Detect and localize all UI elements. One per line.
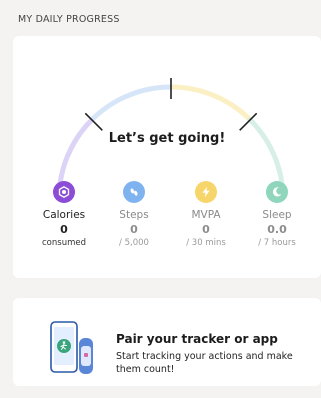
gauge-arc-mvpa: [170, 84, 252, 122]
metric-value: 0: [130, 223, 138, 236]
progress-headline: Let’s get going!: [108, 131, 226, 146]
metric-steps[interactable]: Steps 0 / 5,000: [98, 181, 170, 248]
metric-name: Calories: [42, 209, 86, 221]
metric-name: Sleep: [262, 209, 292, 221]
lightning-icon: [195, 181, 217, 203]
gauge-arc-steps: [90, 84, 172, 122]
tracker-title: Pair your tracker or app: [116, 332, 278, 346]
calories-icon: [53, 181, 75, 203]
moon-icon: [266, 181, 288, 203]
metric-name: Steps: [119, 209, 149, 221]
metric-name: MVPA: [191, 209, 221, 221]
daily-progress-page: MY DAILY PROGRESS Let’s get going! Calor…: [0, 0, 321, 398]
metric-sleep[interactable]: Sleep 0.0 / 7 hours: [241, 181, 313, 248]
metric-subtext: / 5,000: [119, 238, 149, 248]
metric-subtext: consumed: [42, 238, 86, 248]
phone-tracker-icon: [50, 321, 93, 374]
daily-progress-card[interactable]: Let’s get going! Calories 0 consumed Ste…: [13, 36, 321, 278]
metric-subtext: / 30 mins: [186, 238, 226, 248]
tracker-description: Start tracking your actions and make the…: [116, 351, 293, 375]
footsteps-icon: [123, 181, 145, 203]
pair-tracker-card[interactable]: Pair your tracker or app Start tracking …: [13, 298, 321, 386]
metric-calories[interactable]: Calories 0 consumed: [28, 181, 100, 248]
metric-value: 0.0: [267, 223, 287, 236]
metric-value: 0: [60, 223, 68, 236]
metrics-row: Calories 0 consumed Steps 0 / 5,000 MVPA…: [13, 181, 321, 261]
progress-gauge: [56, 78, 286, 196]
metric-value: 0: [202, 223, 210, 236]
metric-subtext: / 7 hours: [258, 238, 296, 248]
section-title: MY DAILY PROGRESS: [18, 14, 120, 25]
metric-mvpa[interactable]: MVPA 0 / 30 mins: [170, 181, 242, 248]
